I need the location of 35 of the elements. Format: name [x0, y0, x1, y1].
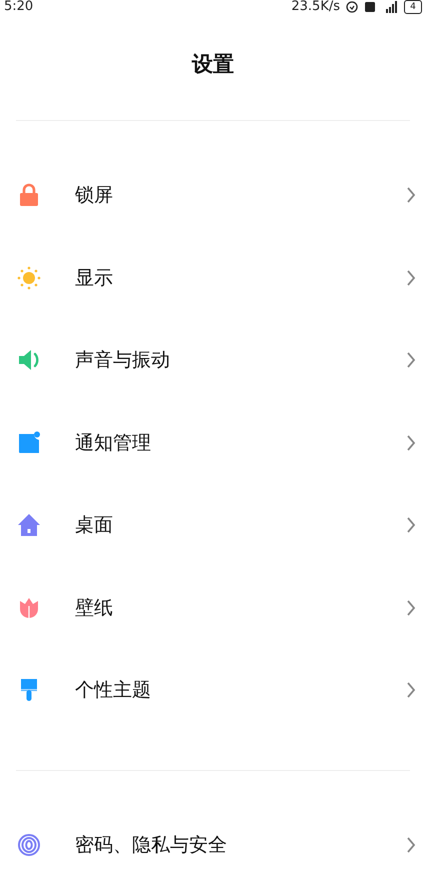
battery-icon: 4 — [404, 0, 422, 14]
chevron-icon — [406, 600, 416, 616]
chevron-icon — [406, 434, 416, 451]
item-label: 显示 — [75, 266, 114, 291]
settings-item[interactable]: 锁屏 — [0, 154, 426, 236]
settings-item[interactable]: 通知管理 — [0, 402, 426, 484]
settings-item[interactable]: 桌面 — [0, 484, 426, 566]
chevron-icon — [406, 187, 416, 204]
item-label: 锁屏 — [75, 183, 114, 208]
item-label: 通知管理 — [75, 430, 152, 456]
settings-item[interactable]: 显示 — [0, 236, 426, 319]
fingerprint-icon — [17, 832, 41, 857]
item-label: 个性主题 — [75, 678, 152, 704]
settings-item[interactable]: 声音与振动 — [0, 319, 426, 402]
network-speed: 23.5K/s — [291, 0, 340, 14]
item-label: 声音与振动 — [75, 348, 171, 374]
speaker-icon — [17, 348, 41, 372]
chevron-icon — [406, 517, 416, 534]
chevron-icon — [406, 352, 416, 368]
chevron-icon — [406, 682, 416, 698]
page-title: 设置 — [190, 51, 235, 78]
home-icon — [17, 513, 41, 538]
chevron-icon — [406, 836, 416, 853]
settings-item[interactable]: 密码、隐私与安全 — [0, 804, 426, 881]
chevron-icon — [406, 270, 416, 286]
settings-item[interactable]: 壁纸 — [0, 566, 426, 649]
item-label: 密码、隐私与安全 — [75, 832, 228, 858]
status-time: 5:20 — [4, 0, 34, 14]
lock-icon — [17, 183, 41, 208]
settings-item[interactable]: 个性主题 — [0, 649, 426, 732]
item-label: 桌面 — [75, 513, 114, 538]
tulip-icon — [17, 596, 41, 620]
item-label: 壁纸 — [75, 596, 114, 621]
sun-icon — [17, 266, 41, 290]
notification-icon — [17, 430, 41, 455]
